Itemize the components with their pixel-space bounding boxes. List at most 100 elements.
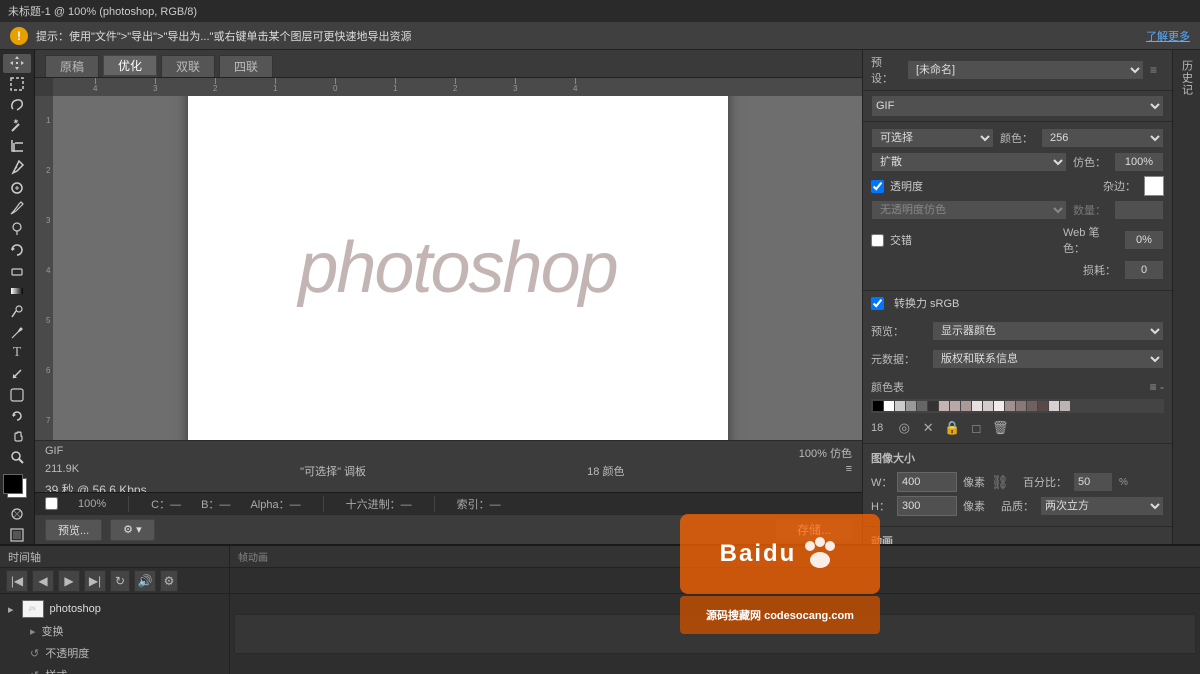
color-cell[interactable] [1060, 401, 1070, 411]
hand-tool[interactable] [3, 427, 31, 446]
panel-pin-icon[interactable]: ≡ [1150, 63, 1164, 77]
preview-row: 预览： 显示器颜色 [863, 319, 1172, 343]
color-swatches[interactable] [3, 474, 31, 498]
save-button-bottom[interactable]: 存储... [776, 519, 852, 541]
tab-optimize[interactable]: 优化 [103, 55, 157, 77]
height-input[interactable] [897, 496, 957, 516]
path-select-tool[interactable] [3, 365, 31, 384]
color-add-icon[interactable]: ◎ [895, 419, 913, 437]
panel-row-5: 交错 Web 笔色： [871, 224, 1164, 256]
layer-group-photoshop[interactable]: ▸ ps photoshop [0, 598, 229, 620]
matte-color-swatch[interactable] [1144, 176, 1164, 196]
history-brush-tool[interactable] [3, 240, 31, 259]
shape-tool[interactable] [3, 386, 31, 405]
convert-srgb-checkbox[interactable] [871, 297, 884, 310]
lossy-input[interactable] [1124, 260, 1164, 280]
brush-tool[interactable] [3, 199, 31, 218]
lasso-tool[interactable] [3, 95, 31, 114]
eyedropper-tool[interactable] [3, 158, 31, 177]
interlace-checkbox[interactable] [871, 234, 884, 247]
color-cell[interactable] [1038, 401, 1048, 411]
history-tab-label[interactable]: 历史记 [1177, 54, 1197, 102]
go-start-btn[interactable]: |◀ [6, 570, 28, 592]
color-cell[interactable] [950, 401, 960, 411]
preview-button[interactable]: 预览... [45, 519, 102, 541]
width-input[interactable] [897, 472, 957, 492]
diffuse-select[interactable]: 扩散 [871, 152, 1067, 172]
web-snap-input[interactable] [1124, 230, 1164, 250]
color-cell[interactable] [1027, 401, 1037, 411]
layer-item-transform[interactable]: ▸ 变换 [0, 620, 229, 642]
marquee-tool[interactable] [3, 75, 31, 94]
color-cell[interactable] [1016, 401, 1026, 411]
quality-select[interactable]: 两次立方 [1040, 496, 1164, 516]
tab-quad[interactable]: 四联 [219, 55, 273, 77]
color-cell[interactable] [917, 401, 927, 411]
status-checkbox[interactable] [45, 497, 58, 510]
audio-btn[interactable]: 🔊 [134, 570, 156, 592]
color-cell[interactable] [884, 401, 894, 411]
format-select[interactable]: GIF [871, 95, 1164, 117]
layer-item-opacity[interactable]: ↺ 不透明度 [0, 642, 229, 664]
colors-select[interactable]: 256 [1041, 128, 1164, 148]
settings-button[interactable]: ⚙ ▾ [110, 519, 154, 541]
color-lock-icon[interactable]: 🔒 [943, 419, 961, 437]
no-dither-select[interactable]: 无透明度仿色 [871, 200, 1067, 220]
settings-timeline-btn[interactable]: ⚙ [160, 570, 178, 592]
foreground-color-swatch[interactable] [3, 474, 23, 494]
clone-tool[interactable] [3, 220, 31, 239]
preset-row: 预设： [未命名] ≡ [863, 50, 1172, 91]
color-cell[interactable] [928, 401, 938, 411]
layer-item-label: 变换 [42, 623, 64, 639]
color-cell[interactable] [994, 401, 1004, 411]
gradient-tool[interactable] [3, 282, 31, 301]
learn-more-link[interactable]: 了解更多 [1146, 28, 1190, 44]
preview-select[interactable]: 显示器颜色 [932, 321, 1164, 341]
zoom-tool[interactable] [3, 448, 31, 467]
tab-original[interactable]: 原稿 [45, 55, 99, 77]
color-cell[interactable] [895, 401, 905, 411]
dither-input[interactable] [1114, 152, 1164, 172]
color-cell[interactable] [983, 401, 993, 411]
tab-double[interactable]: 双联 [161, 55, 215, 77]
transparency-checkbox[interactable] [871, 180, 884, 193]
metadata-select[interactable]: 版权和联系信息 [932, 349, 1164, 369]
color-delete-icon[interactable]: 🗑 [991, 419, 1009, 437]
color-cell[interactable] [961, 401, 971, 411]
pen-tool[interactable] [3, 323, 31, 342]
quick-mask-tool[interactable] [3, 504, 31, 523]
step-forward-btn[interactable]: ▶| [84, 570, 106, 592]
color-table-header: 颜色表 ≡ - [871, 379, 1164, 395]
dither-type-select[interactable]: 可选择 [871, 128, 994, 148]
color-cell[interactable] [906, 401, 916, 411]
rotate-tool[interactable] [3, 406, 31, 425]
play-btn[interactable]: ▶ [58, 570, 80, 592]
layer-item-icon: ▸ [30, 625, 36, 638]
canvas-scroll-area[interactable]: photoshop [53, 96, 862, 440]
color-cell[interactable] [972, 401, 982, 411]
move-tool[interactable] [3, 54, 31, 73]
step-back-btn[interactable]: ◀ [32, 570, 54, 592]
color-cell[interactable] [939, 401, 949, 411]
loop-btn[interactable]: ↻ [110, 570, 130, 592]
screen-mode-tool[interactable] [3, 525, 31, 544]
magic-wand-tool[interactable] [3, 116, 31, 135]
chain-icon[interactable]: ⛓ [991, 474, 1007, 491]
layer-item-style[interactable]: ↺ 样式 [0, 664, 229, 674]
panel-options-icon[interactable]: ≡ - [1150, 380, 1164, 394]
color-cell[interactable] [873, 401, 883, 411]
color-cell[interactable] [1049, 401, 1059, 411]
color-snap-icon[interactable]: □ [967, 419, 985, 437]
crop-tool[interactable] [3, 137, 31, 156]
eraser-tool[interactable] [3, 261, 31, 280]
dodge-tool[interactable] [3, 303, 31, 322]
color-cell[interactable] [1005, 401, 1015, 411]
pct-input[interactable] [1073, 472, 1113, 492]
canvas-expand-icon[interactable]: ≡ [846, 463, 852, 479]
amount-input[interactable] [1114, 200, 1164, 220]
heal-tool[interactable] [3, 178, 31, 197]
timeline-title: 时间轴 [8, 549, 41, 565]
text-tool[interactable]: T [3, 344, 31, 363]
preset-select[interactable]: [未命名] [907, 60, 1144, 80]
color-remove-icon[interactable]: ✕ [919, 419, 937, 437]
